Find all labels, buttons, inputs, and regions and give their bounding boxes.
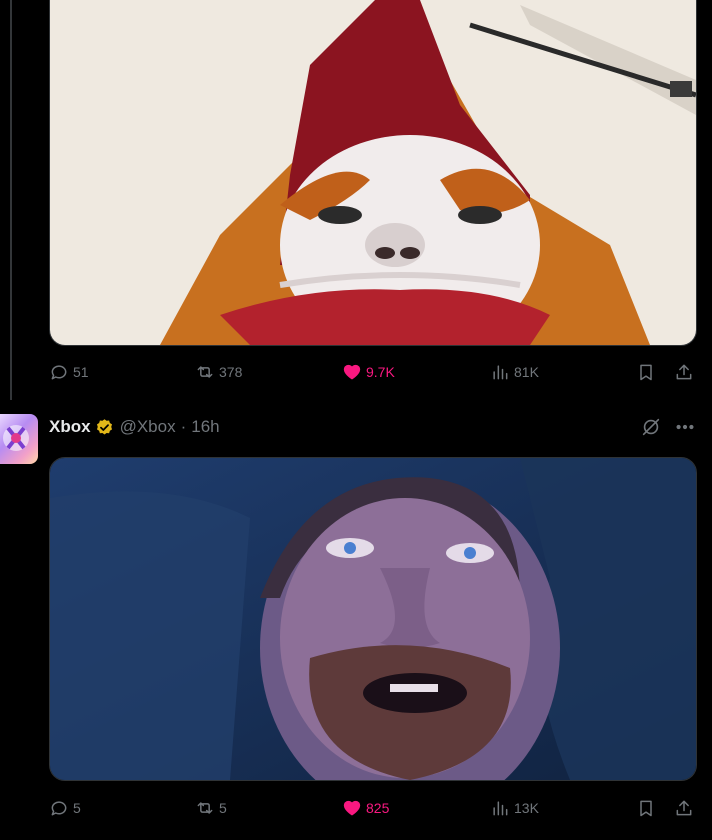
views-icon [493,365,508,380]
post1-repost-count: 378 [219,364,243,380]
post1-action-bar: 51 378 9.7K 81K [49,362,699,386]
post1-repost-button[interactable]: 378 [195,362,242,382]
post1-media-image[interactable] [49,0,697,346]
post1-share-button[interactable] [674,362,694,382]
verified-badge-icon[interactable] [95,418,114,437]
post1-bookmark-button[interactable] [636,362,656,382]
views-icon [493,801,508,816]
share-icon [676,800,692,816]
post2-author-name[interactable]: Xbox [49,417,91,437]
man-looking-up-photo [50,458,696,780]
reply-icon [51,801,67,816]
post1-like-count: 9.7K [366,364,395,380]
bookmark-icon [640,364,652,381]
thread-connector-line [10,0,12,400]
header-separator: · [180,417,187,436]
post1-reply-count: 51 [73,364,89,380]
more-icon[interactable] [674,416,696,438]
reply-icon [51,365,67,380]
post2-action-bar: 5 5 825 13K [49,798,699,822]
xbox-avatar[interactable] [0,414,38,464]
post2-view-count: 13K [514,800,539,816]
bookmark-icon [640,800,652,817]
post1-reply-button[interactable]: 51 [49,362,89,382]
heart-icon [343,800,361,816]
post2-reply-button[interactable]: 5 [49,798,81,818]
share-icon [676,364,692,380]
post2-reply-count: 5 [73,800,81,816]
repost-icon [197,366,213,378]
post2-repost-count: 5 [219,800,227,816]
post1-views-button[interactable]: 81K [490,362,539,382]
post2-views-button[interactable]: 13K [490,798,539,818]
post2-share-button[interactable] [674,798,694,818]
xbox-avatar-art [3,425,29,451]
post2-bookmark-button[interactable] [636,798,656,818]
post2-header: Xbox @Xbox · 16h [49,414,220,440]
heart-icon [343,364,361,380]
post1-like-button[interactable]: 9.7K [342,362,395,382]
post1-view-count: 81K [514,364,539,380]
post2-author-handle[interactable]: @Xbox [120,417,176,437]
post2-repost-button[interactable]: 5 [195,798,227,818]
post2-timestamp[interactable]: 16h [191,417,219,437]
post2-like-count: 825 [366,800,390,816]
clown-photo [50,0,696,345]
grok-icon[interactable] [640,416,662,438]
repost-icon [197,802,213,814]
post2-like-button[interactable]: 825 [342,798,389,818]
post2-media-image[interactable] [49,457,697,781]
